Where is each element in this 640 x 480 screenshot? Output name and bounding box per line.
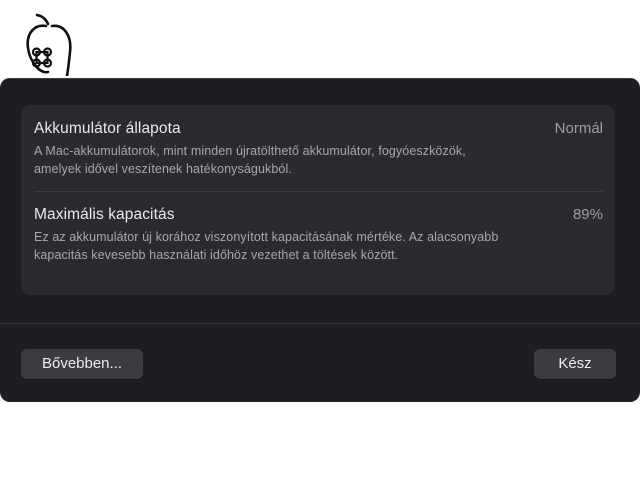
learn-more-button[interactable]: Bővebben... bbox=[21, 349, 143, 379]
apple-command-logo-icon bbox=[26, 13, 72, 76]
done-button[interactable]: Kész bbox=[534, 349, 616, 379]
battery-condition-description: A Mac-akkumulátorok, mint minden újratöl… bbox=[34, 144, 466, 176]
logo-area bbox=[0, 0, 100, 78]
footer-divider bbox=[0, 323, 640, 324]
battery-condition-row: Akkumulátor állapota Normál A Mac-akkumu… bbox=[34, 119, 603, 178]
battery-info-card: Akkumulátor állapota Normál A Mac-akkumu… bbox=[21, 105, 615, 295]
battery-health-dialog: Akkumulátor állapota Normál A Mac-akkumu… bbox=[0, 78, 640, 402]
maximum-capacity-value: 89% bbox=[572, 206, 603, 223]
maximum-capacity-row: Maximális kapacitás 89% Ez az akkumuláto… bbox=[34, 205, 603, 264]
battery-condition-value: Normál bbox=[554, 120, 603, 137]
dialog-top-border bbox=[0, 78, 640, 79]
row-divider bbox=[34, 191, 603, 192]
maximum-capacity-description: Ez az akkumulátor új korához viszonyítot… bbox=[34, 230, 499, 262]
battery-condition-title: Akkumulátor állapota bbox=[34, 120, 181, 137]
maximum-capacity-title: Maximális kapacitás bbox=[34, 206, 175, 223]
